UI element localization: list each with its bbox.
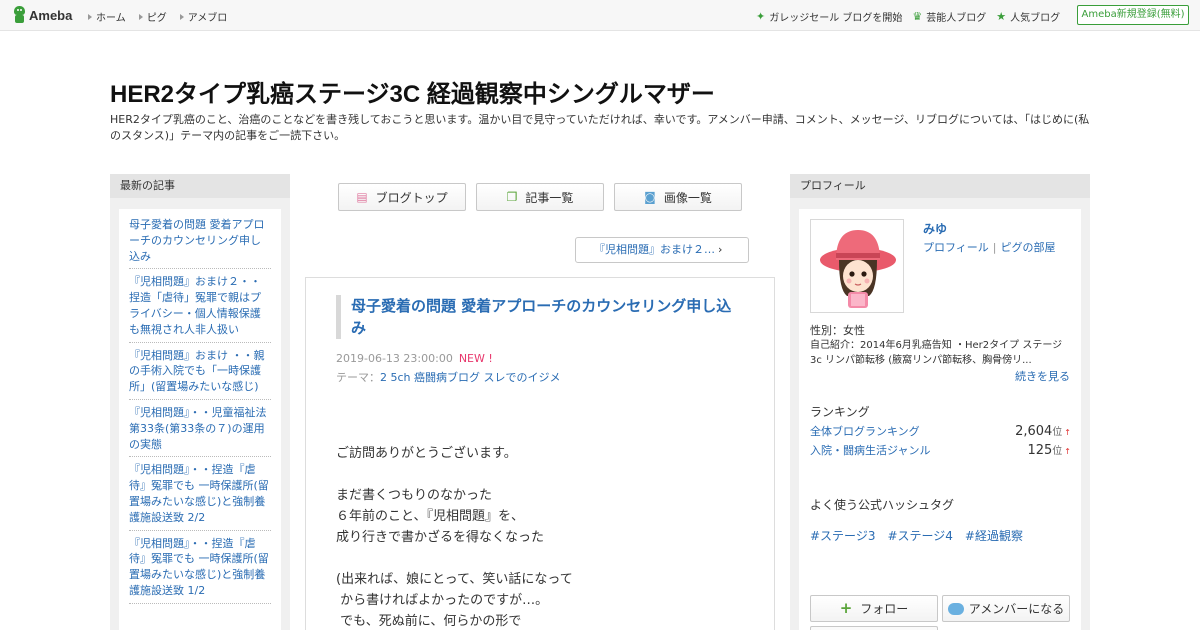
- partial-button: [810, 626, 938, 630]
- avatar-image: [811, 220, 903, 312]
- list-item[interactable]: 母子愛着の問題 愛着アプローチのカウンセリング申し込み: [129, 217, 271, 270]
- triangle-icon: [88, 13, 92, 20]
- follow-button[interactable]: + フォロー: [810, 595, 938, 622]
- chevron-right-icon: ›: [718, 243, 723, 256]
- camera-icon: ◙: [644, 190, 656, 204]
- recent-articles-heading: 最新の記事: [110, 174, 290, 198]
- profile-name[interactable]: みゆ: [923, 220, 947, 237]
- nav-home[interactable]: ホーム: [88, 9, 126, 24]
- ranking-row: 入院・闘病生活ジャンル 125位 ↑: [810, 442, 1071, 458]
- article-theme: テーマ：2 5ch 癌闘病ブログ スレでのイジメ: [336, 369, 561, 385]
- article-list-button[interactable]: ❐ 記事一覧: [476, 183, 604, 211]
- link-label: ガレッジセール ブログを開始: [769, 13, 903, 24]
- nav-ameblo[interactable]: アメブロ: [179, 9, 228, 24]
- ameba-logo[interactable]: Ameba: [13, 6, 72, 24]
- list-item[interactable]: 『児相問題』・・捏造『虐待』冤罪でも 一時保護所(留置場みたいな感じ)と強制養護…: [129, 536, 271, 604]
- article-body: ご訪問ありがとうございます。 まだ書くつもりのなかった ６年前のこと、『児相問題…: [336, 446, 573, 629]
- link-popular-blogs[interactable]: ★ 人気ブログ: [996, 9, 1060, 24]
- up-arrow-icon: ↑: [1064, 447, 1071, 456]
- next-post-button[interactable]: 『児相問題』おまけ２… ›: [575, 237, 749, 263]
- image-list-button[interactable]: ◙ 画像一覧: [614, 183, 742, 211]
- link-separator: |: [992, 241, 997, 254]
- hashtag-link[interactable]: #ステージ3: [810, 527, 875, 544]
- profile-heading: プロフィール: [790, 174, 1090, 198]
- ameba-mascot-icon: [13, 6, 26, 24]
- up-arrow-icon: ↑: [1064, 428, 1071, 437]
- ranking-value: 2,604: [1015, 424, 1053, 439]
- profile-gender: 性別：女性: [810, 324, 865, 337]
- button-label: 画像一覧: [663, 190, 712, 205]
- plus-icon: +: [839, 599, 853, 617]
- button-label: ブログトップ: [375, 190, 448, 205]
- article-title[interactable]: 母子愛着の問題 愛着アプローチのカウンセリング申し込み: [336, 295, 736, 339]
- avatar[interactable]: [810, 219, 904, 313]
- top-nav: ホーム ピグ アメブロ: [88, 9, 240, 24]
- link-label: 芸能人ブログ: [926, 13, 987, 24]
- ranking-value-group: 2,604位 ↑: [1015, 423, 1071, 439]
- document-icon: ▤: [356, 190, 368, 204]
- read-more-link[interactable]: 続きを見る: [999, 368, 1070, 384]
- triangle-icon: [138, 13, 143, 20]
- link-celebrity-blogs[interactable]: ♛ 芸能人ブログ: [912, 9, 986, 24]
- top-bar: Ameba ホーム ピグ アメブロ ✦ ガレッジセール ブログを開始 ♛ 芸能人ブロ…: [0, 0, 1200, 31]
- link-label: 人気ブログ: [1010, 13, 1061, 24]
- blog-title[interactable]: HER2タイプ乳癌ステージ3C 経過観察中シングルマザー: [110, 74, 715, 109]
- sparkle-icon: ✦: [756, 10, 766, 23]
- list-item[interactable]: 『児相問題』おまけ２・・捏造「虐待」冤罪で親はプライバシー・個人情報保護も無視さ…: [129, 274, 271, 343]
- profile-box: みゆ プロフィール | ピグの部屋 性別：女性 自己紹介：2014年6月乳癌告知 ・…: [799, 209, 1081, 630]
- recent-articles-list: 母子愛着の問題 愛着アプローチのカウンセリング申し込み 『児相問題』おまけ２・・…: [119, 209, 281, 630]
- nav-label: ホーム: [96, 13, 126, 24]
- recent-articles-panel: 最新の記事 母子愛着の問題 愛着アプローチのカウンセリング申し込み 『児相問題』…: [110, 174, 290, 630]
- profile-panel: プロフィール みゆ プロフィール | ピグの部屋 性別：女性 自己紹介：2014年6: [790, 174, 1090, 630]
- star-icon: ★: [996, 10, 1007, 23]
- article-meta: 2019-06-13 23:00:00 NEW !: [336, 352, 493, 365]
- ranking-value-group: 125位 ↑: [1027, 442, 1071, 458]
- triangle-icon: [179, 13, 184, 20]
- ranking-label[interactable]: 入院・闘病生活ジャンル: [810, 442, 930, 458]
- theme-link[interactable]: 2 5ch 癌闘病ブログ スレでのイジメ: [380, 371, 561, 384]
- ranking-row: 全体ブログランキング 2,604位 ↑: [810, 423, 1071, 439]
- nav-label: アメブロ: [187, 13, 228, 24]
- button-label: フォロー: [860, 602, 909, 616]
- button-label: アメンバーになる: [968, 602, 1065, 616]
- hashtag-link[interactable]: #経過観察: [965, 527, 1023, 544]
- next-post-label: 『児相問題』おまけ２…: [594, 243, 715, 256]
- new-badge: NEW !: [458, 352, 493, 365]
- article-date: 2019-06-13 23:00:00: [336, 352, 453, 365]
- crown-icon: ♛: [912, 10, 923, 23]
- hashtag-link[interactable]: #ステージ4: [887, 527, 952, 544]
- ranking-unit: 位: [1052, 427, 1063, 438]
- hashtag-heading: よく使う公式ハッシュタグ: [810, 498, 955, 512]
- nav-pigg[interactable]: ピグ: [138, 9, 167, 24]
- profile-links: プロフィール | ピグの部屋: [923, 239, 1056, 255]
- button-label: 記事一覧: [525, 190, 574, 205]
- list-item[interactable]: 『児相問題』おまけ ・・親の手術入院でも「一時保護所」(留置場みたいな感じ): [129, 348, 271, 400]
- theme-label: テーマ：: [336, 371, 380, 384]
- speech-bubble-icon: [947, 602, 964, 615]
- blog-description: HER2タイプ乳癌のこと、治癌のことなどを書き残しておこうと思います。温かい目で…: [110, 113, 1090, 142]
- profile-link[interactable]: プロフィール: [923, 241, 989, 254]
- link-garage-sale[interactable]: ✦ ガレッジセール ブログを開始: [756, 9, 902, 24]
- copy-icon: ❐: [506, 190, 518, 204]
- top-links: ✦ ガレッジセール ブログを開始 ♛ 芸能人ブログ ★ 人気ブログ: [756, 9, 1070, 24]
- logo-text: Ameba: [29, 7, 73, 23]
- ranking-label[interactable]: 全体ブログランキング: [810, 423, 920, 439]
- blog-top-button[interactable]: ▤ ブログトップ: [338, 183, 466, 211]
- ranking-heading: ランキング: [810, 405, 870, 419]
- nav-label: ピグ: [146, 13, 167, 24]
- signup-button[interactable]: Ameba新規登録(無料): [1077, 5, 1189, 25]
- profile-intro: 自己紹介：2014年6月乳癌告知 ・Her2タイプ ステージ3c リンパ節転移 …: [810, 340, 1063, 366]
- ranking-value: 125: [1027, 443, 1053, 458]
- article: 母子愛着の問題 愛着アプローチのカウンセリング申し込み 2019-06-13 2…: [305, 277, 775, 630]
- blog-toolbar: ▤ ブログトップ ❐ 記事一覧 ◙ 画像一覧: [338, 183, 752, 211]
- hashtag-list: #ステージ3 #ステージ4 #経過観察: [810, 527, 1035, 544]
- amember-button[interactable]: アメンバーになる: [942, 595, 1070, 622]
- ranking-unit: 位: [1052, 446, 1063, 457]
- list-item[interactable]: 『児相問題』・・児童福祉法第33条(第33条の７)の運用の実態: [129, 405, 271, 458]
- list-item[interactable]: 『児相問題』・・捏造『虐待』冤罪でも 一時保護所(留置場みたいな感じ)と強制養護…: [129, 462, 271, 531]
- pigg-room-link[interactable]: ピグの部屋: [1001, 241, 1056, 254]
